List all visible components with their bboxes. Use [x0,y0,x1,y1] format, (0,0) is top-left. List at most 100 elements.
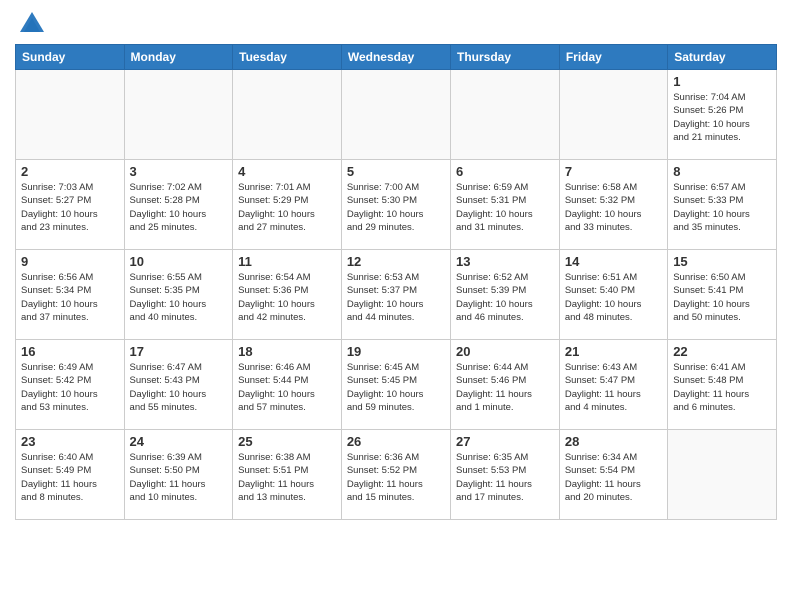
day-number: 22 [673,344,771,359]
week-row-2: 9 Sunrise: 6:56 AM Sunset: 5:34 PM Daylig… [16,250,777,340]
day-number: 25 [238,434,336,449]
day-info: Sunrise: 6:50 AM Sunset: 5:41 PM Dayligh… [673,271,771,324]
page: SundayMondayTuesdayWednesdayThursdayFrid… [0,0,792,535]
day-number: 9 [21,254,119,269]
day-number: 10 [130,254,228,269]
day-number: 15 [673,254,771,269]
day-number: 8 [673,164,771,179]
calendar-cell: 15 Sunrise: 6:50 AM Sunset: 5:41 PM Dayli… [668,250,777,340]
calendar-cell [341,70,450,160]
day-info: Sunrise: 7:00 AM Sunset: 5:30 PM Dayligh… [347,181,445,234]
calendar-cell [451,70,560,160]
day-number: 27 [456,434,554,449]
day-info: Sunrise: 6:40 AM Sunset: 5:49 PM Dayligh… [21,451,119,504]
calendar-table: SundayMondayTuesdayWednesdayThursdayFrid… [15,44,777,520]
calendar-cell: 26Sunrise: 6:36 AM Sunset: 5:52 PM Dayli… [341,430,450,520]
week-row-4: 23 Sunrise: 6:40 AM Sunset: 5:49 PM Dayli… [16,430,777,520]
day-info: Sunrise: 7:02 AM Sunset: 5:28 PM Dayligh… [130,181,228,234]
calendar-cell: 10 Sunrise: 6:55 AM Sunset: 5:35 PM Dayli… [124,250,233,340]
calendar-cell: 12 Sunrise: 6:53 AM Sunset: 5:37 PM Dayli… [341,250,450,340]
day-number: 4 [238,164,336,179]
weekday-header-tuesday: Tuesday [233,45,342,70]
day-number: 11 [238,254,336,269]
calendar-cell: 11Sunrise: 6:54 AM Sunset: 5:36 PM Dayli… [233,250,342,340]
day-info: Sunrise: 6:35 AM Sunset: 5:53 PM Dayligh… [456,451,554,504]
day-info: Sunrise: 6:56 AM Sunset: 5:34 PM Dayligh… [21,271,119,324]
calendar-cell: 8 Sunrise: 6:57 AM Sunset: 5:33 PM Daylig… [668,160,777,250]
calendar-cell: 22Sunrise: 6:41 AM Sunset: 5:48 PM Dayli… [668,340,777,430]
calendar-cell: 7 Sunrise: 6:58 AM Sunset: 5:32 PM Daylig… [559,160,667,250]
day-number: 16 [21,344,119,359]
weekday-header-thursday: Thursday [451,45,560,70]
calendar-cell: 27 Sunrise: 6:35 AM Sunset: 5:53 PM Dayli… [451,430,560,520]
calendar-cell [559,70,667,160]
weekday-header-friday: Friday [559,45,667,70]
day-info: Sunrise: 6:55 AM Sunset: 5:35 PM Dayligh… [130,271,228,324]
day-info: Sunrise: 6:43 AM Sunset: 5:47 PM Dayligh… [565,361,662,414]
day-info: Sunrise: 6:57 AM Sunset: 5:33 PM Dayligh… [673,181,771,234]
weekday-header-wednesday: Wednesday [341,45,450,70]
calendar-cell: 24 Sunrise: 6:39 AM Sunset: 5:50 PM Dayli… [124,430,233,520]
calendar-cell: 18 Sunrise: 6:46 AM Sunset: 5:44 PM Dayli… [233,340,342,430]
day-info: Sunrise: 6:38 AM Sunset: 5:51 PM Dayligh… [238,451,336,504]
weekday-header-monday: Monday [124,45,233,70]
calendar-cell [233,70,342,160]
day-number: 5 [347,164,445,179]
calendar-cell [16,70,125,160]
calendar-cell: 3 Sunrise: 7:02 AM Sunset: 5:28 PM Daylig… [124,160,233,250]
calendar-cell: 20Sunrise: 6:44 AM Sunset: 5:46 PM Dayli… [451,340,560,430]
day-info: Sunrise: 6:59 AM Sunset: 5:31 PM Dayligh… [456,181,554,234]
calendar-cell: 19Sunrise: 6:45 AM Sunset: 5:45 PM Dayli… [341,340,450,430]
day-number: 26 [347,434,445,449]
day-number: 6 [456,164,554,179]
day-info: Sunrise: 6:44 AM Sunset: 5:46 PM Dayligh… [456,361,554,414]
day-info: Sunrise: 6:46 AM Sunset: 5:44 PM Dayligh… [238,361,336,414]
week-row-3: 16 Sunrise: 6:49 AM Sunset: 5:42 PM Dayli… [16,340,777,430]
calendar-cell: 2 Sunrise: 7:03 AM Sunset: 5:27 PM Daylig… [16,160,125,250]
day-number: 12 [347,254,445,269]
day-number: 17 [130,344,228,359]
day-number: 3 [130,164,228,179]
day-number: 13 [456,254,554,269]
header [15,10,777,38]
calendar-cell [668,430,777,520]
day-number: 7 [565,164,662,179]
logo [15,10,46,38]
day-info: Sunrise: 6:53 AM Sunset: 5:37 PM Dayligh… [347,271,445,324]
week-row-1: 2 Sunrise: 7:03 AM Sunset: 5:27 PM Daylig… [16,160,777,250]
weekday-header-row: SundayMondayTuesdayWednesdayThursdayFrid… [16,45,777,70]
day-number: 28 [565,434,662,449]
weekday-header-sunday: Sunday [16,45,125,70]
calendar-cell: 13Sunrise: 6:52 AM Sunset: 5:39 PM Dayli… [451,250,560,340]
day-number: 14 [565,254,662,269]
calendar-cell: 5 Sunrise: 7:00 AM Sunset: 5:30 PM Daylig… [341,160,450,250]
logo-icon [18,10,46,38]
day-info: Sunrise: 6:39 AM Sunset: 5:50 PM Dayligh… [130,451,228,504]
day-info: Sunrise: 6:34 AM Sunset: 5:54 PM Dayligh… [565,451,662,504]
calendar-cell: 4Sunrise: 7:01 AM Sunset: 5:29 PM Daylig… [233,160,342,250]
calendar-cell: 25 Sunrise: 6:38 AM Sunset: 5:51 PM Dayli… [233,430,342,520]
calendar-cell [124,70,233,160]
day-number: 1 [673,74,771,89]
calendar-cell: 14 Sunrise: 6:51 AM Sunset: 5:40 PM Dayli… [559,250,667,340]
day-number: 21 [565,344,662,359]
day-info: Sunrise: 6:58 AM Sunset: 5:32 PM Dayligh… [565,181,662,234]
day-number: 18 [238,344,336,359]
calendar-cell: 28 Sunrise: 6:34 AM Sunset: 5:54 PM Dayli… [559,430,667,520]
week-row-0: 1Sunrise: 7:04 AM Sunset: 5:26 PM Daylig… [16,70,777,160]
calendar-cell: 21 Sunrise: 6:43 AM Sunset: 5:47 PM Dayli… [559,340,667,430]
calendar-cell: 16 Sunrise: 6:49 AM Sunset: 5:42 PM Dayli… [16,340,125,430]
day-info: Sunrise: 7:03 AM Sunset: 5:27 PM Dayligh… [21,181,119,234]
day-info: Sunrise: 6:49 AM Sunset: 5:42 PM Dayligh… [21,361,119,414]
calendar-cell: 23 Sunrise: 6:40 AM Sunset: 5:49 PM Dayli… [16,430,125,520]
day-info: Sunrise: 6:47 AM Sunset: 5:43 PM Dayligh… [130,361,228,414]
calendar-cell: 1Sunrise: 7:04 AM Sunset: 5:26 PM Daylig… [668,70,777,160]
weekday-header-saturday: Saturday [668,45,777,70]
day-number: 2 [21,164,119,179]
day-number: 19 [347,344,445,359]
calendar-cell: 17 Sunrise: 6:47 AM Sunset: 5:43 PM Dayli… [124,340,233,430]
day-info: Sunrise: 6:51 AM Sunset: 5:40 PM Dayligh… [565,271,662,324]
day-number: 23 [21,434,119,449]
calendar-cell: 6 Sunrise: 6:59 AM Sunset: 5:31 PM Daylig… [451,160,560,250]
day-number: 24 [130,434,228,449]
